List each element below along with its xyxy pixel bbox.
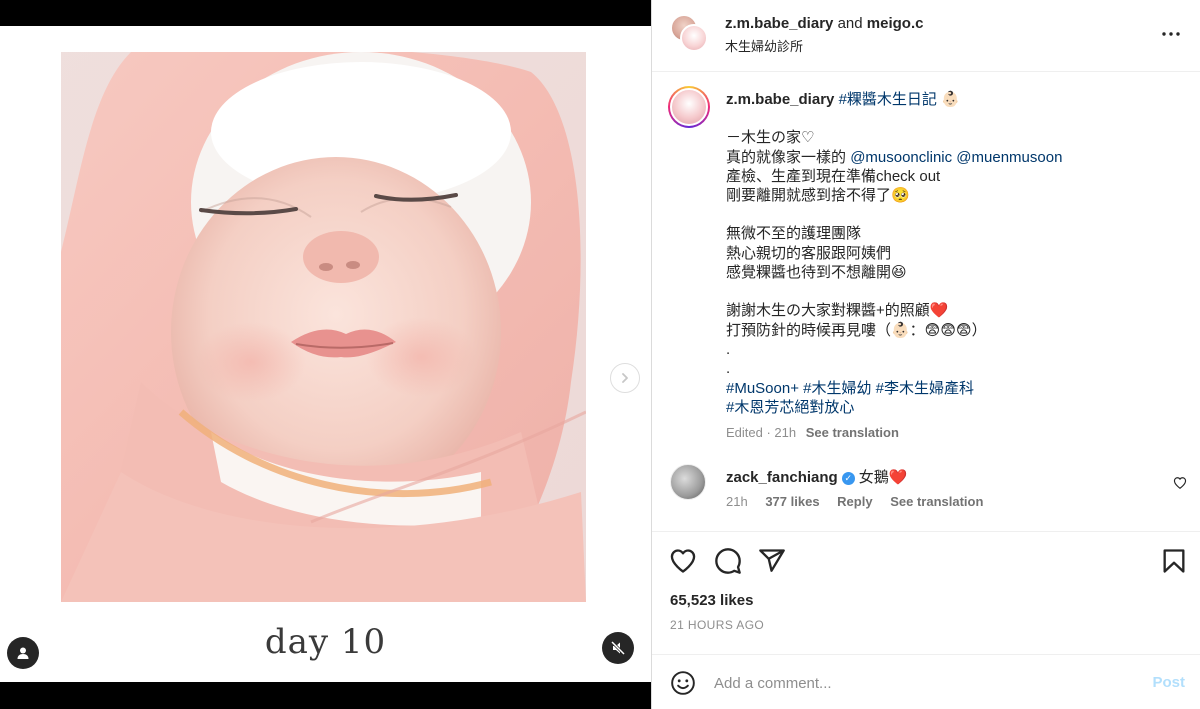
caption-edited-time: Edited · 21h [726,425,797,441]
comment-text: 女鵝❤️ [858,469,908,486]
post-header: z.m.babe_diary and meigo.c 木生婦幼診所 [652,0,1200,72]
caption-line: 產檢、生產到現在準備check out [726,167,941,185]
more-options-button[interactable] [1159,22,1183,46]
bookmark-icon[interactable] [1160,547,1188,575]
baby-illustration [61,52,586,602]
caption-line: 無微不至的護理團隊 [726,225,862,243]
author-joiner: and [837,15,863,32]
add-comment-bar: Post [652,654,1200,709]
media-overlay-text: day 10 [264,622,387,662]
next-media-button[interactable] [610,363,640,393]
action-bar [652,532,1200,586]
comment-body: zack_fanchiang ✓ 女鵝❤️ [726,466,907,487]
hashtag-link[interactable]: #粿醬木生日記 [839,91,937,108]
tagged-users-button[interactable] [7,637,39,669]
mention-link[interactable]: @musoonclinic [850,149,952,166]
hashtag-link[interactable]: #木恩芳芯絕對放心 [726,398,1176,417]
post-sidebar: z.m.babe_diary and meigo.c 木生婦幼診所 z.m.ba… [651,0,1200,709]
user-icon [17,647,29,659]
mention-link[interactable]: @muenmusoon [956,149,1062,166]
chevron-right-icon [622,373,628,383]
author-username-link[interactable]: z.m.babe_diary [725,15,833,32]
caption-meta: Edited · 21h See translation [726,423,1176,442]
post-timestamp[interactable]: 21 HOURS AGO [670,618,764,632]
caption-title-emoji: 👶🏻 [941,91,960,108]
comment-meta: 21h 377 likes Reply See translation [726,494,997,509]
post-authors: z.m.babe_diary and meigo.c [725,15,923,32]
like-heart-icon[interactable] [669,547,697,575]
comments-list[interactable]: z.m.babe_diary #粿醬木生日記 👶🏻 －木生の家♡ 真的就像家一樣… [652,72,1200,532]
comment-bubble-icon[interactable] [714,547,742,575]
caption-line: 感覺粿醬也待到不想離開😆 [726,264,907,282]
comment-input[interactable] [714,669,1114,697]
media-viewer: day 10 [0,0,651,709]
caption-avatar[interactable] [668,86,710,128]
post-caption: z.m.babe_diary #粿醬木生日記 👶🏻 －木生の家♡ 真的就像家一樣… [726,90,1176,442]
media-frame: day 10 [0,26,651,682]
share-send-icon[interactable] [758,547,786,575]
mute-button[interactable] [602,632,634,664]
author-username-link[interactable]: meigo.c [867,15,924,32]
caption-line: －木生の家♡ [726,129,815,147]
see-translation-button[interactable]: See translation [806,425,899,440]
caption-line: . [726,360,731,378]
comment-time: 21h [726,494,748,509]
speaker-muted-icon [610,640,626,656]
post-comment-button[interactable]: Post [1152,674,1185,691]
post-photo[interactable] [61,52,586,602]
caption-line: 剛要離開就感到捨不得了🥺 [726,187,910,205]
caption-line: 真的就像家一樣的 [726,148,847,166]
hashtag-link[interactable]: #木生婦幼 [803,380,871,397]
caption-line: 打預防針的時候再見嘍（👶🏻：😨😨😨） [726,321,987,339]
collab-avatars[interactable] [670,14,710,54]
caption-line: 熱心親切的客服跟阿姨們 [726,244,892,262]
comment-likes[interactable]: 377 likes [765,494,819,509]
reply-button[interactable]: Reply [837,494,872,509]
verified-badge-icon: ✓ [841,472,855,485]
likes-count[interactable]: 65,523 likes [670,592,753,609]
caption-line: 謝謝木生の大家對粿醬+的照顧❤️ [726,302,949,320]
heart-outline-icon[interactable] [1173,476,1187,490]
location-link[interactable]: 木生婦幼診所 [725,36,803,55]
hashtag-link[interactable]: #李木生婦產科 [876,380,974,397]
see-translation-button[interactable]: See translation [890,494,983,509]
emoji-icon[interactable] [670,670,696,696]
comment-username[interactable]: zack_fanchiang [726,469,838,486]
hashtag-link[interactable]: #MuSoon+ [726,380,799,397]
caption-username[interactable]: z.m.babe_diary [726,91,834,108]
avatar[interactable] [670,464,706,500]
avatar[interactable] [680,24,708,52]
caption-line: . [726,340,731,358]
more-horizontal-icon [1162,32,1180,36]
